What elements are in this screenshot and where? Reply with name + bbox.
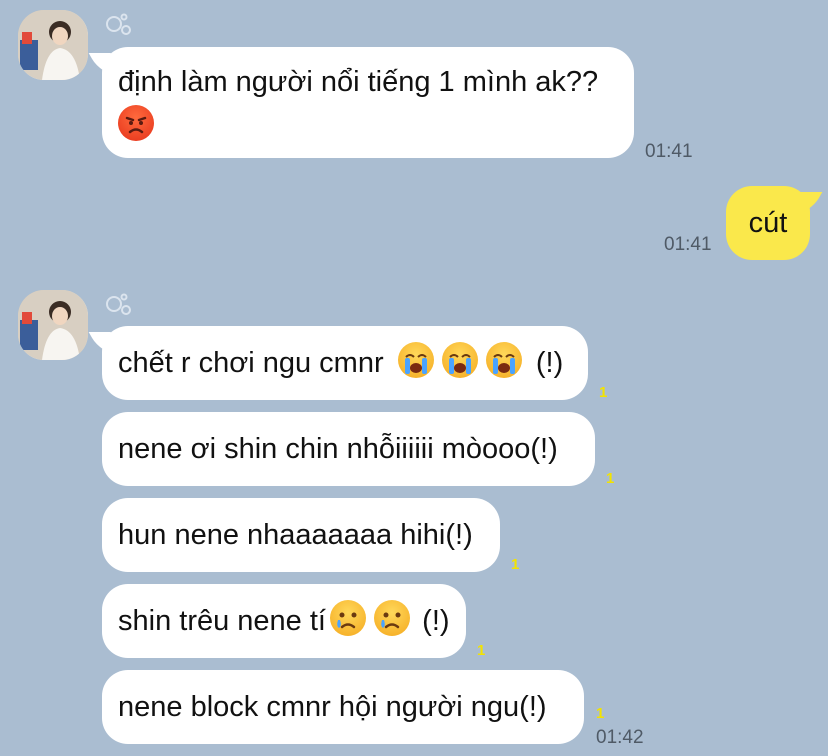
- message-bubble[interactable]: nene block cmnr hội người ngu(!): [102, 670, 584, 744]
- message-bubble[interactable]: định làm người nổi tiếng 1 mình ak??: [102, 47, 634, 158]
- unread-count: 1: [477, 642, 486, 659]
- loudly-crying-face-icon: [485, 342, 522, 378]
- message-text: định làm người nổi tiếng 1 mình ak??: [118, 66, 599, 98]
- message-text: nene ơi shin chin nhỗiiiiii mòooo(!): [118, 433, 558, 465]
- message-text: shin trêu nene tí: [118, 605, 326, 637]
- message-text: cút: [748, 207, 788, 239]
- message-timestamp: 01:41: [645, 141, 693, 162]
- message-bubble-outgoing[interactable]: cút: [726, 186, 810, 260]
- unread-count: 1: [599, 384, 608, 401]
- loudly-crying-face-icon: [397, 342, 434, 378]
- message-suffix: (!): [535, 347, 564, 379]
- message-bubble[interactable]: shin trêu nene tí (!): [102, 584, 466, 658]
- crying-face-icon: [330, 600, 367, 636]
- message-text: chết r chơi ngu cmnr: [118, 347, 384, 379]
- bubble-icon: [106, 293, 131, 315]
- message-bubble[interactable]: nene ơi shin chin nhỗiiiiii mòooo(!): [102, 412, 595, 486]
- message-suffix: (!): [422, 605, 450, 637]
- message-text: nene block cmnr hội người ngu(!): [118, 691, 547, 723]
- unread-count: 1: [511, 556, 520, 573]
- message-timestamp: 01:41: [664, 234, 712, 255]
- angry-face-icon: [118, 105, 154, 141]
- unread-count: 1: [596, 705, 605, 722]
- crying-face-icon: [374, 600, 411, 636]
- loudly-crying-face-icon: [441, 342, 478, 378]
- message-bubble[interactable]: chết r chơi ngu cmnr (!): [102, 326, 588, 400]
- bubble-icon: [106, 13, 131, 35]
- message-timestamp: 01:42: [596, 727, 644, 748]
- message-bubble[interactable]: hun nene nhaaaaaaa hihi(!): [102, 498, 500, 572]
- message-text: hun nene nhaaaaaaa hihi(!): [118, 519, 473, 551]
- unread-count: 1: [606, 470, 615, 487]
- avatar[interactable]: [18, 290, 88, 360]
- avatar[interactable]: [18, 10, 88, 80]
